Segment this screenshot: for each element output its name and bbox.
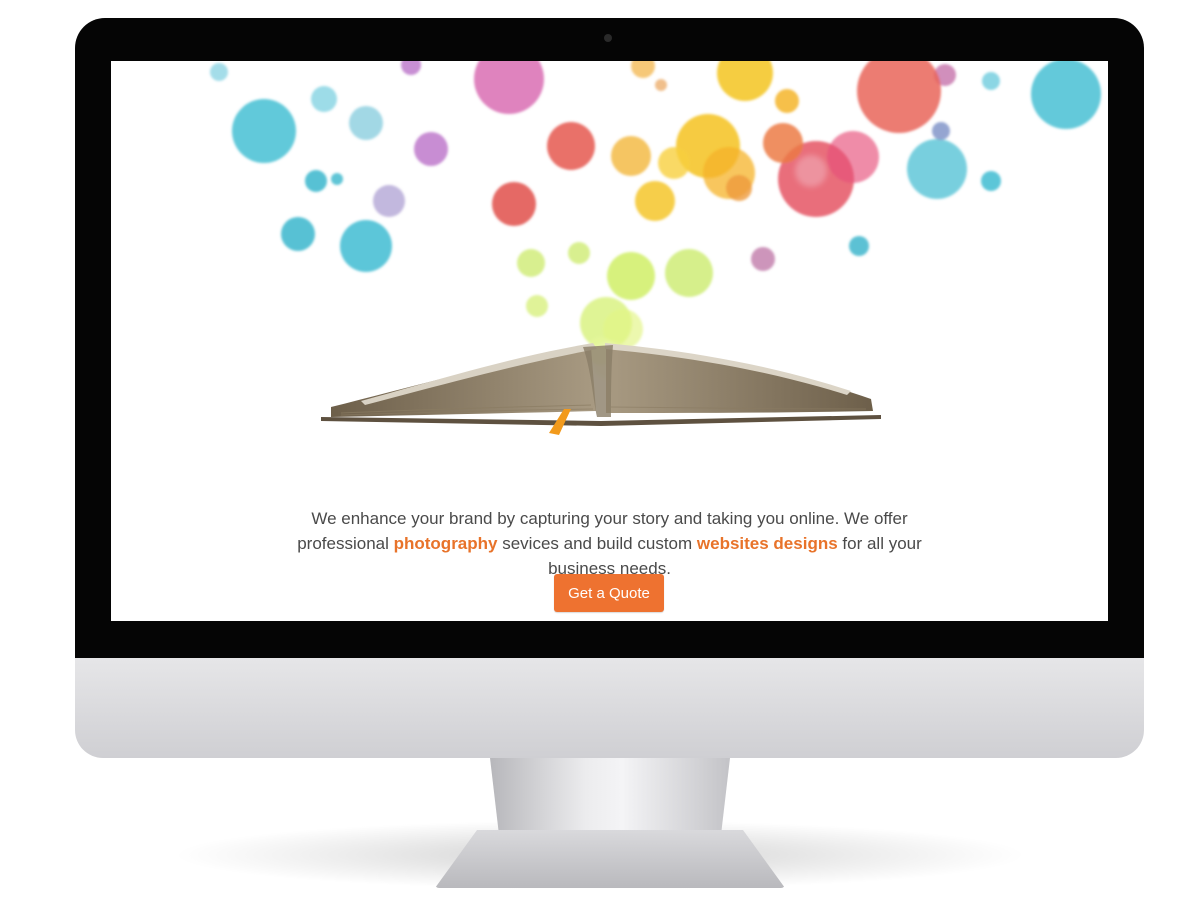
hero-description: We enhance your brand by capturing your … [281, 506, 938, 581]
hero-text-part2: sevices and build custom [497, 534, 697, 553]
open-book-illustration [321, 343, 881, 435]
website-screen: We enhance your brand by capturing your … [111, 61, 1108, 621]
monitor-mockup: We enhance your brand by capturing your … [0, 0, 1200, 900]
bubble-group [210, 61, 1101, 365]
camera-dot-icon [604, 34, 612, 42]
monitor-chin [75, 658, 1144, 758]
monitor-stand-neck [490, 758, 730, 840]
get-a-quote-button[interactable]: Get a Quote [554, 574, 664, 612]
websites-designs-highlight: websites designs [696, 534, 838, 553]
monitor-stand-base [435, 830, 785, 888]
photography-highlight: photography [393, 534, 498, 553]
